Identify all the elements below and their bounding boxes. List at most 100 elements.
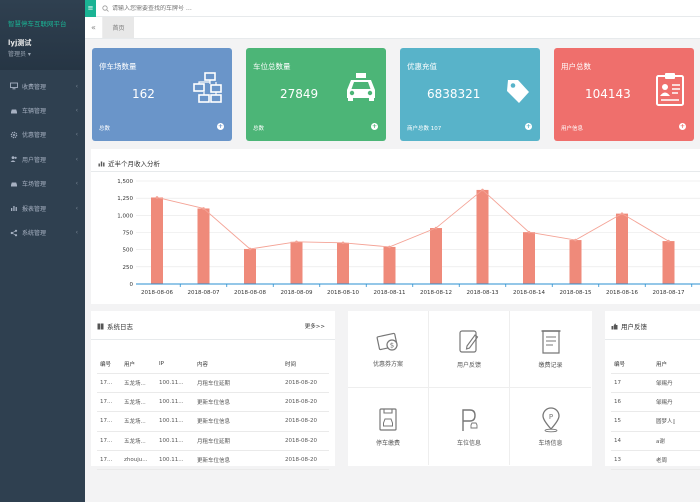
x-tick-label: 2018-08-12 bbox=[420, 290, 452, 296]
table-row[interactable]: 13 老周 bbox=[611, 450, 700, 471]
bar bbox=[337, 242, 349, 284]
cell-id: 16 bbox=[611, 392, 653, 413]
cell-content: 更新车位信息 bbox=[194, 392, 282, 413]
tab-scroll-left-button[interactable]: « bbox=[85, 17, 103, 38]
chevron-left-icon: ‹ bbox=[75, 82, 78, 90]
cell-id: 14 bbox=[611, 431, 653, 452]
sidebar-item-system[interactable]: 系统管理 ‹ bbox=[0, 220, 85, 244]
cell-content: 更新车位信息 bbox=[194, 411, 282, 432]
cell-id: 17... bbox=[97, 373, 121, 393]
log-table: 编号 用户 IP 内容 时间 17... 五龙场... 100.11... 月租… bbox=[97, 355, 329, 471]
trend-point bbox=[202, 207, 205, 210]
cell-ip: 100.11... bbox=[156, 431, 194, 452]
quick-space-info[interactable]: 车位信息 bbox=[429, 388, 510, 465]
tab-bar: « 首页 bbox=[85, 17, 700, 39]
chevron-left-icon: ‹ bbox=[75, 131, 78, 139]
table-row[interactable]: 16 邹赐丹 bbox=[611, 392, 700, 413]
sidebar-item-charge[interactable]: 收费管理 ‹ bbox=[0, 74, 85, 98]
card-parking-lots: 停车场数量 162 总数 + bbox=[92, 48, 232, 141]
table-row[interactable]: 17 邹赐丹 bbox=[611, 373, 700, 393]
cell-time: 2018-08-20 bbox=[282, 373, 329, 393]
card-title: 停车场数量 bbox=[99, 62, 137, 71]
column-header: 用户 bbox=[121, 355, 156, 374]
sidebar-item-users[interactable]: 用户管理 ‹ bbox=[0, 147, 85, 171]
y-tick-label: 500 bbox=[123, 248, 134, 254]
user-name[interactable]: lyj测试 bbox=[8, 38, 77, 48]
bar bbox=[244, 248, 256, 284]
sidebar-menu: 收费管理 ‹ 车辆管理 ‹ 优惠管理 ‹ 用户管理 ‹ 车场管理 ‹ 报表管理 … bbox=[0, 74, 85, 245]
card-more-button[interactable]: + bbox=[525, 123, 532, 130]
table-row[interactable]: 17... 五龙场... 100.11... 月租车位延期 2018-08-20 bbox=[97, 431, 329, 452]
quick-parking-payment[interactable]: 停车缴费 bbox=[348, 388, 429, 465]
card-title: 车位总数量 bbox=[253, 62, 291, 71]
quick-lot-info[interactable]: P 车场信息 bbox=[510, 388, 591, 465]
card-footer: 总数 bbox=[99, 126, 111, 132]
x-tick-label: 2018-08-06 bbox=[141, 290, 173, 296]
trend-point bbox=[481, 188, 484, 192]
sidebar-item-vehicle[interactable]: 车辆管理 ‹ bbox=[0, 98, 85, 122]
panel-divider bbox=[91, 339, 335, 340]
feedback-title: 用户反馈 bbox=[621, 323, 647, 331]
income-chart-panel: 近半个月收入分析 0 250 500 750 1,000 1,250 1,500 2018-0… bbox=[91, 149, 700, 304]
brand-title: 智慧停车互联网平台 bbox=[8, 20, 67, 28]
sidebar-item-parking-lot[interactable]: 车场管理 ‹ bbox=[0, 172, 85, 196]
trend-point bbox=[527, 230, 531, 234]
table-row[interactable]: 15 圆梦人▯ bbox=[611, 411, 700, 432]
quick-payment-records[interactable]: 缴费记录 bbox=[510, 311, 591, 388]
cell-user: 五龙场... bbox=[121, 411, 156, 432]
card-more-button[interactable]: + bbox=[371, 123, 378, 130]
table-row[interactable]: 14 a谢 bbox=[611, 431, 700, 452]
y-tick-label: 1,000 bbox=[117, 213, 133, 219]
column-header: 编号 bbox=[97, 355, 121, 374]
more-link[interactable]: 更多>> bbox=[305, 322, 325, 330]
trend-point bbox=[248, 247, 252, 251]
sidebar: 智慧停车互联网平台 lyj测试 管理员 ▾ 收费管理 ‹ 车辆管理 ‹ 优惠管理… bbox=[0, 0, 85, 502]
menu-toggle-button[interactable]: ≡ bbox=[85, 0, 96, 17]
cell-id: 17... bbox=[97, 392, 121, 413]
user-role-dropdown[interactable]: 管理员 ▾ bbox=[8, 49, 77, 58]
trend-line bbox=[156, 189, 669, 250]
cell-user: 邹赐丹 bbox=[653, 373, 700, 393]
gear-icon bbox=[9, 130, 18, 139]
y-tick-label: 1,500 bbox=[117, 179, 133, 185]
quick-user-feedback[interactable]: 用户反馈 bbox=[429, 311, 510, 388]
card-more-button[interactable]: + bbox=[679, 123, 686, 130]
bar bbox=[662, 241, 675, 284]
table-row[interactable]: 17... 五龙场... 100.11... 更新车位信息 2018-08-20 bbox=[97, 411, 329, 432]
quick-access-panel: $ 优惠券方案 用户反馈 缴费记录 停车缴费 车位信息 P 车场信息 bbox=[348, 311, 592, 466]
quick-coupon-plan[interactable]: $ 优惠券方案 bbox=[348, 311, 429, 388]
chart-title: 近半个月收入分析 bbox=[108, 160, 160, 168]
panel-title: 系统日志 bbox=[97, 321, 133, 331]
plus-icon: + bbox=[217, 123, 224, 130]
card-footer: 用户信息 bbox=[561, 126, 584, 132]
cell-user: 圆梦人▯ bbox=[653, 411, 700, 432]
x-tick-label: 2018-08-13 bbox=[467, 290, 499, 296]
receipt-icon bbox=[541, 330, 560, 354]
sidebar-item-label: 车场管理 bbox=[22, 181, 47, 189]
sidebar-item-label: 车辆管理 bbox=[22, 108, 47, 116]
table-row[interactable]: 17... 五龙场... 100.11... 月租车位延期 2018-08-20 bbox=[97, 373, 329, 393]
table-row[interactable]: 17... 五龙场... 100.11... 更新车位信息 2018-08-20 bbox=[97, 392, 329, 413]
panel-divider bbox=[605, 339, 700, 340]
y-tick-label: 0 bbox=[130, 282, 134, 288]
card-value: 104143 bbox=[585, 87, 631, 101]
cell-user: a谢 bbox=[653, 431, 700, 452]
car-icon bbox=[9, 106, 18, 115]
parking-icon bbox=[9, 179, 18, 188]
cell-id: 17... bbox=[97, 450, 121, 471]
cell-ip: 100.11... bbox=[156, 411, 194, 432]
table-row[interactable]: 17... zhouju... 100.11... 更新车位信息 2018-08… bbox=[97, 450, 329, 471]
bar bbox=[476, 189, 489, 284]
sidebar-item-discount[interactable]: 优惠管理 ‹ bbox=[0, 123, 85, 147]
sidebar-item-label: 报表管理 bbox=[22, 205, 47, 213]
y-tick-label: 1,250 bbox=[117, 196, 133, 202]
search-input[interactable] bbox=[112, 4, 312, 12]
cell-time: 2018-08-20 bbox=[282, 392, 329, 413]
taxi-icon bbox=[347, 73, 375, 101]
sidebar-item-reports[interactable]: 报表管理 ‹ bbox=[0, 196, 85, 220]
cell-time: 2018-08-20 bbox=[282, 450, 329, 471]
tab-home[interactable]: 首页 bbox=[103, 17, 134, 38]
column-header: 内容 bbox=[194, 355, 282, 374]
svg-text:$: $ bbox=[390, 342, 394, 350]
card-more-button[interactable]: + bbox=[217, 123, 224, 130]
